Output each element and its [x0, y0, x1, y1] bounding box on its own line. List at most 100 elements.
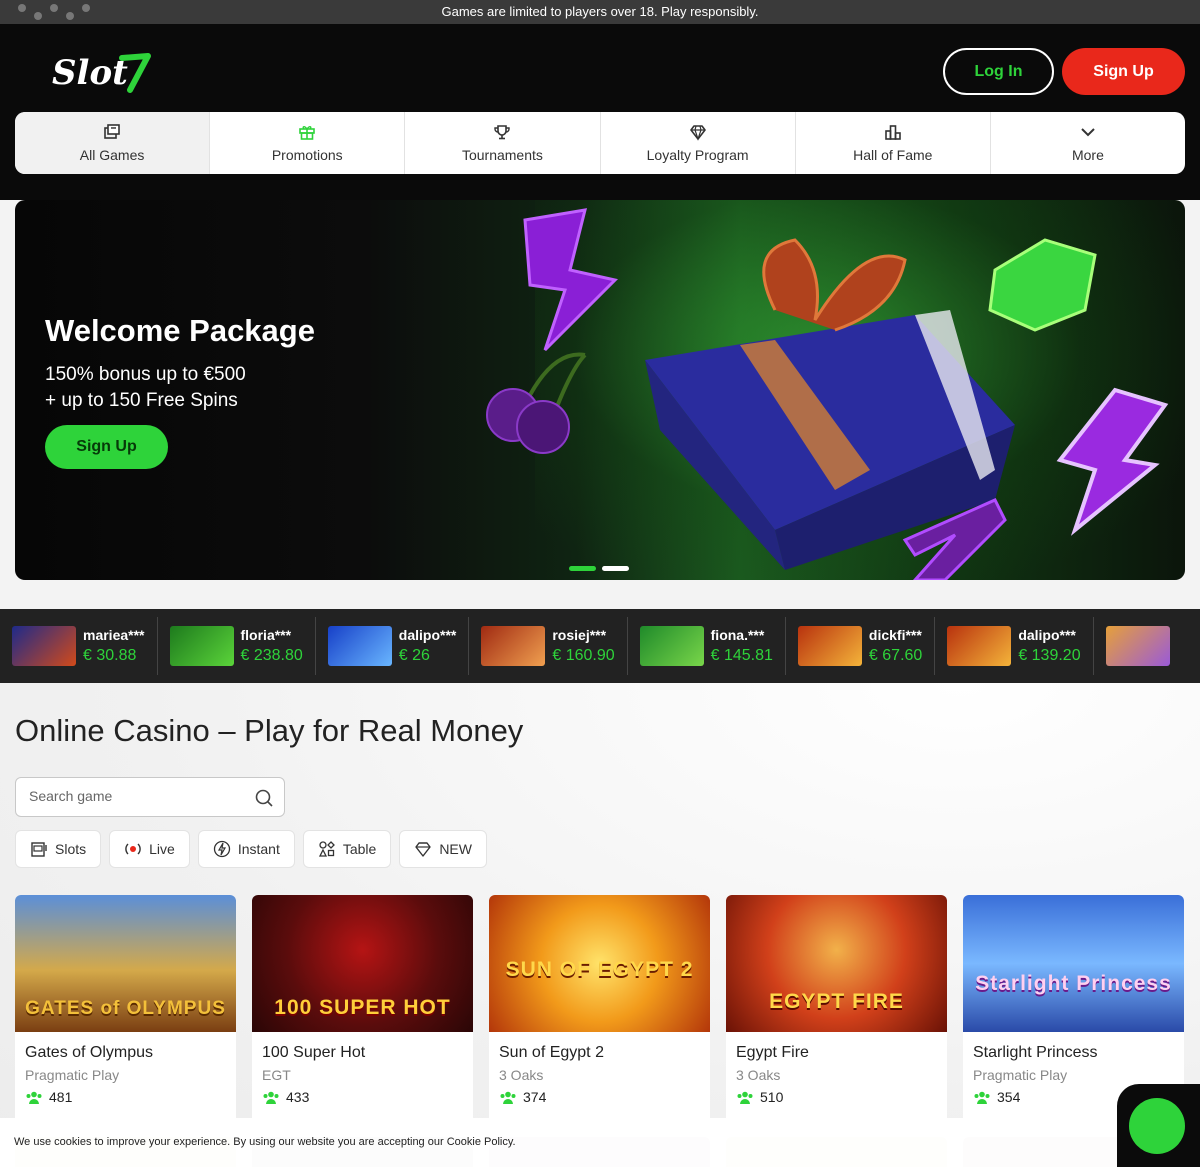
svg-text:Slot: Slot	[52, 53, 128, 93]
game-title: Egypt Fire	[736, 1044, 809, 1061]
search-icon[interactable]	[254, 788, 274, 808]
podium-icon	[884, 125, 901, 140]
winner-item[interactable]: fiona.*** € 145.81	[628, 617, 786, 675]
winner-name: mariea***	[83, 627, 145, 643]
category-instant[interactable]: Instant	[197, 830, 295, 868]
nav-label: More	[1071, 147, 1104, 163]
hero-signup-button[interactable]: Sign Up	[45, 425, 168, 469]
category-table[interactable]: Table	[302, 830, 392, 868]
game-art-title: Starlight Princess	[975, 972, 1172, 995]
winner-name: dickfi***	[868, 627, 922, 643]
main-nav: All Games Promotions Tournaments Loyalty…	[15, 112, 1185, 174]
game-card[interactable]: SUN OF EGYPT 2 Sun of Egypt 2 3 Oaks 374	[489, 895, 710, 1125]
age-notice-bar: Games are limited to players over 18. Pl…	[0, 0, 1200, 24]
players-icon	[500, 1091, 516, 1104]
game-artwork: Starlight Princess	[963, 895, 1184, 1032]
game-thumbnail	[169, 626, 234, 666]
game-card[interactable]: GATES of OLYMPUS Gates of Olympus Pragma…	[15, 895, 236, 1125]
game-thumbnail	[327, 626, 392, 666]
game-thumbnail	[947, 626, 1012, 666]
slot7-logo[interactable]: Slot	[52, 46, 152, 96]
winner-item[interactable]: mariea*** € 30.88	[0, 617, 158, 675]
winner-item[interactable]: dalipo*** € 139.20	[935, 617, 1094, 675]
nav-promotions[interactable]: Promotions	[210, 112, 406, 174]
winner-name: fiona.***	[710, 627, 765, 643]
carousel-dot-2[interactable]	[602, 566, 629, 571]
diamond-icon	[689, 125, 706, 141]
winner-name: dalipo***	[1018, 627, 1076, 643]
category-label: Live	[149, 841, 175, 857]
page-title: Online Casino – Play for Real Money	[15, 713, 524, 748]
game-players: 374	[499, 1089, 700, 1105]
game-title: Gates of Olympus	[25, 1044, 154, 1061]
game-provider: Pragmatic Play	[25, 1067, 120, 1083]
game-thumbnail	[639, 626, 704, 666]
carousel-dot-1[interactable]	[569, 566, 596, 571]
game-art-title: EGYPT FIRE	[769, 990, 904, 1013]
game-thumbnail	[1105, 626, 1170, 666]
gift-box-artwork	[486, 208, 1169, 580]
category-filters: Slots Live Instant Table NEW	[15, 830, 487, 868]
recent-winners-ticker: mariea*** € 30.88 floria*** € 238.80 dalip…	[0, 609, 1200, 683]
game-title: 100 Super Hot	[262, 1044, 366, 1061]
chat-widget[interactable]	[1117, 1084, 1200, 1167]
site-header: Slot Log In Sign Up	[0, 24, 1200, 112]
live-icon	[125, 843, 141, 855]
decorative-dots	[14, 2, 114, 22]
category-label: NEW	[439, 841, 472, 857]
game-thumbnail	[12, 626, 76, 666]
game-players: 481	[25, 1089, 226, 1105]
game-thumbnail	[481, 626, 546, 666]
game-provider: 3 Oaks	[736, 1067, 781, 1083]
game-art-title: GATES of OLYMPUS	[25, 998, 226, 1019]
chat-icon[interactable]	[1129, 1098, 1185, 1154]
signup-button[interactable]: Sign Up	[1062, 48, 1185, 95]
players-icon	[974, 1091, 990, 1104]
winner-name: rosiej***	[552, 627, 607, 643]
winner-amount: € 160.90	[552, 647, 615, 664]
players-icon	[737, 1091, 753, 1104]
hero-bonus-text: 150% bonus up to €500	[45, 364, 246, 385]
hero-free-spins-text: + up to 150 Free Spins	[45, 390, 238, 411]
nav-label: All Games	[79, 147, 145, 163]
winner-item[interactable]: rosiej*** € 160.90	[469, 617, 628, 675]
player-count: 433	[286, 1089, 310, 1105]
winner-item[interactable]: dalipo*** € 26	[316, 617, 470, 675]
game-provider: EGT	[262, 1067, 291, 1083]
game-thumbnail	[797, 626, 862, 666]
gift-icon	[299, 126, 316, 140]
winner-amount: € 139.20	[1018, 647, 1081, 664]
hero-banner: Welcome Package 150% bonus up to €500 + …	[15, 200, 1185, 580]
hero-title: Welcome Package	[45, 313, 315, 348]
game-art-title: SUN OF EGYPT 2	[505, 958, 694, 981]
game-title: Sun of Egypt 2	[499, 1044, 604, 1061]
category-new[interactable]: NEW	[399, 830, 487, 868]
game-art-title: 100 SUPER HOT	[274, 996, 451, 1019]
winner-item[interactable]: dickfi*** € 67.60	[786, 617, 936, 675]
chevron-down-icon	[1081, 128, 1095, 137]
game-card[interactable]: 100 SUPER HOT 100 Super Hot EGT 433	[252, 895, 473, 1125]
category-slots[interactable]: Slots	[15, 830, 102, 868]
game-card[interactable]: EGYPT FIRE Egypt Fire 3 Oaks 510	[726, 895, 947, 1125]
login-button[interactable]: Log In	[943, 48, 1054, 95]
player-count: 481	[49, 1089, 73, 1105]
nav-label: Promotions	[271, 147, 343, 163]
winner-item-partial[interactable]	[1094, 617, 1189, 675]
nav-tournaments[interactable]: Tournaments	[405, 112, 601, 174]
nav-all-games[interactable]: All Games	[15, 112, 211, 174]
lightning-icon	[213, 840, 230, 858]
nav-more[interactable]: More	[991, 112, 1185, 174]
game-players: 510	[736, 1089, 937, 1105]
game-artwork: 100 SUPER HOT	[252, 895, 473, 1032]
search-input[interactable]	[29, 788, 249, 804]
nav-loyalty-program[interactable]: Loyalty Program	[601, 112, 796, 174]
category-live[interactable]: Live	[109, 830, 190, 868]
cookie-banner: We use cookies to improve your experienc…	[0, 1118, 1200, 1167]
nav-hall-of-fame[interactable]: Hall of Fame	[796, 112, 991, 174]
nav-label: Hall of Fame	[853, 147, 933, 163]
category-label: Instant	[237, 841, 280, 857]
trophy-icon	[494, 125, 511, 140]
winner-amount: € 238.80	[240, 647, 303, 664]
winner-item[interactable]: floria*** € 238.80	[158, 617, 316, 675]
lightning-bolt-left	[523, 208, 618, 352]
